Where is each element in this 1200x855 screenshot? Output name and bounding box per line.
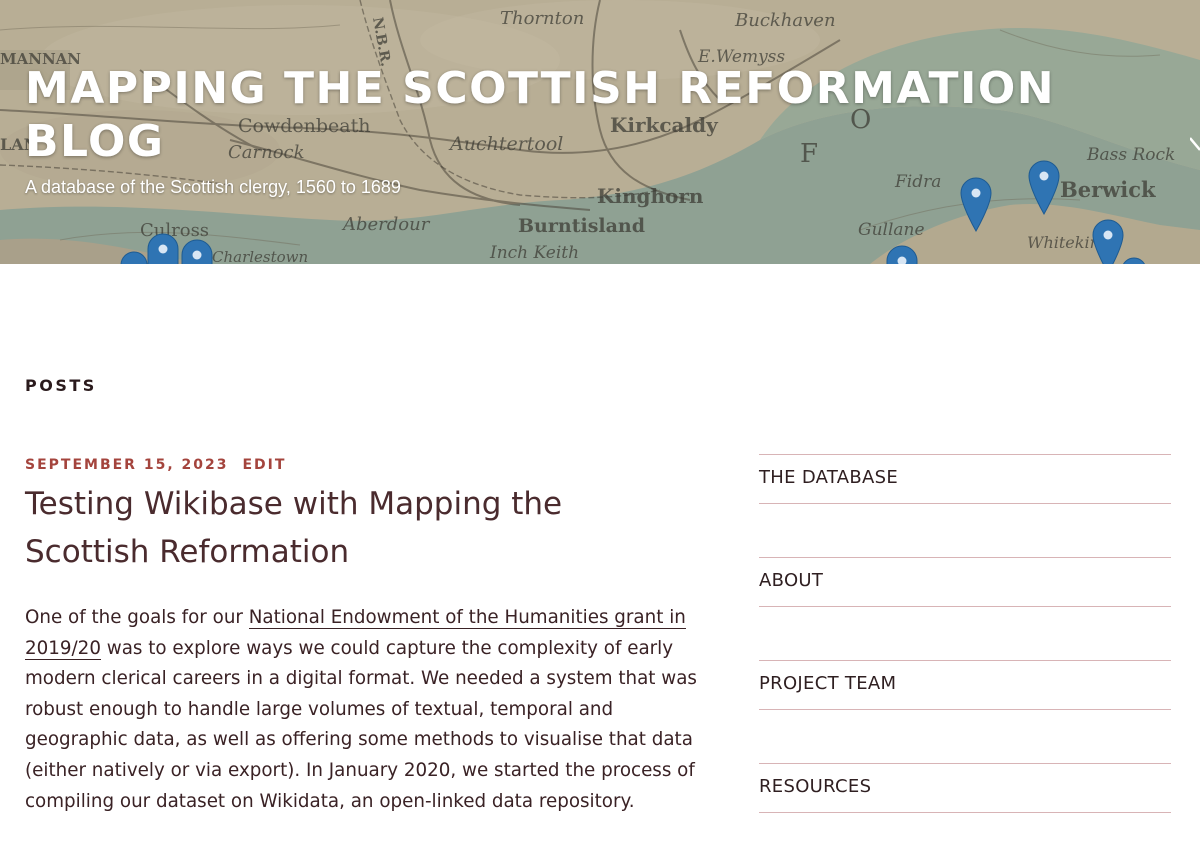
site-tagline: A database of the Scottish clergy, 1560 … [25, 177, 401, 197]
svg-text:Fidra: Fidra [894, 172, 941, 192]
post-excerpt: One of the goals for our National Endowm… [25, 603, 700, 817]
sidebar-item-the-database[interactable]: THE DATABASE [759, 454, 1171, 504]
post-title[interactable]: Testing Wikibase with Mapping the Scotti… [25, 480, 665, 576]
site-title[interactable]: MAPPING THE SCOTTISH REFORMATION BLOG [25, 62, 1125, 168]
sidebar-item-about[interactable]: ABOUT [759, 557, 1171, 607]
sidebar-item-resources[interactable]: RESOURCES [759, 763, 1171, 813]
sidebar-item-label: ABOUT [759, 570, 824, 591]
section-heading-posts: POSTS [25, 376, 97, 395]
sidebar-item-label: THE DATABASE [759, 467, 899, 488]
sidebar-item-label: PROJECT TEAM [759, 673, 897, 694]
sidebar-item-label: RESOURCES [759, 776, 872, 797]
site-header: Thornton Buckhaven E.Wemyss MANNAN Cowde… [0, 0, 1200, 264]
svg-text:Aberdour: Aberdour [341, 214, 431, 235]
svg-text:Buckhaven: Buckhaven [734, 10, 836, 31]
post-edit-link[interactable]: EDIT [242, 457, 286, 473]
post-meta: SEPTEMBER 15, 2023 EDIT [25, 457, 286, 473]
svg-text:Gullane: Gullane [858, 220, 925, 240]
svg-text:Culross: Culross [140, 220, 209, 241]
chevron-down-icon[interactable] [1190, 132, 1200, 156]
svg-text:Thornton: Thornton [500, 8, 584, 29]
svg-text:Inch Keith: Inch Keith [489, 243, 579, 263]
post-date-link[interactable]: SEPTEMBER 15, 2023 [25, 457, 228, 473]
map-pin-icon [147, 233, 179, 264]
svg-text:Burntisland: Burntisland [518, 215, 645, 237]
svg-text:Berwick: Berwick [1060, 177, 1156, 202]
post-excerpt-body: was to explore ways we could capture the… [25, 637, 697, 812]
svg-text:Charlestown: Charlestown [212, 248, 308, 264]
sidebar-item-project-team[interactable]: PROJECT TEAM [759, 660, 1171, 710]
map-pin-icon [181, 239, 213, 264]
post-excerpt-intro: One of the goals for our [25, 607, 249, 628]
svg-text:Kinghorn: Kinghorn [597, 184, 704, 208]
